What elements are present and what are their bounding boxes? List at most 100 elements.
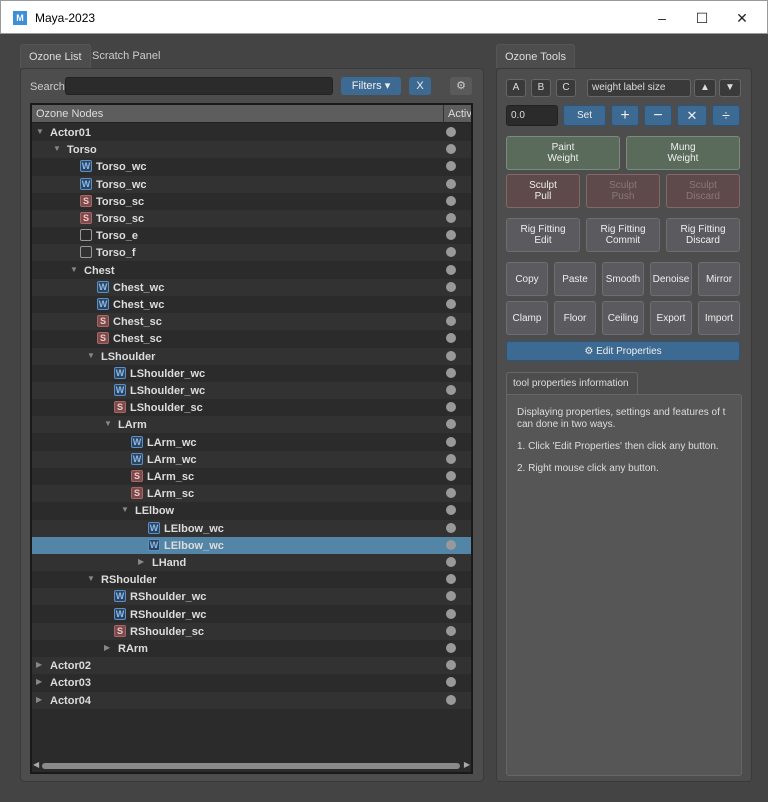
tree-row[interactable]: W Chest_wc	[32, 296, 471, 313]
ozone-node-tree[interactable]: Ozone Nodes Active ▼ Actor01 ▼ Torso W Torso_…	[30, 103, 473, 774]
tree-row[interactable]: S LArm_sc	[32, 468, 471, 485]
tree-row[interactable]: ▶ Actor02	[32, 657, 471, 675]
rig-fitting-edit-button[interactable]: Rig Fitting Edit	[506, 218, 580, 252]
clamp-button[interactable]: Clamp	[506, 301, 548, 335]
active-toggle[interactable]	[446, 660, 456, 671]
active-toggle[interactable]	[446, 453, 456, 464]
filters-dropdown[interactable]: Filters ▾	[341, 77, 401, 95]
sculpt-push-button[interactable]: Sculpt Push	[586, 174, 660, 208]
horizontal-scrollbar[interactable]: ◀ ▶	[32, 760, 471, 772]
active-toggle[interactable]	[446, 385, 456, 395]
tree-row[interactable]: ▶ Actor03	[32, 674, 471, 691]
active-toggle[interactable]	[446, 316, 456, 327]
active-toggle[interactable]	[446, 539, 456, 550]
tree-row[interactable]: W LElbow_wc	[32, 519, 471, 537]
tree-row[interactable]: ▼ Chest	[32, 262, 471, 279]
active-toggle[interactable]	[446, 367, 456, 378]
tree-row[interactable]: W Torso_wc	[32, 175, 471, 193]
active-toggle[interactable]	[446, 299, 456, 309]
copy-button[interactable]: Copy	[506, 262, 548, 296]
active-toggle[interactable]	[446, 264, 456, 275]
tree-row[interactable]: ▼ LElbow	[32, 502, 471, 519]
export-button[interactable]: Export	[650, 301, 692, 335]
collapse-arrow-icon[interactable]: ▶	[104, 643, 110, 652]
mirror-button[interactable]: Mirror	[698, 262, 740, 296]
active-toggle[interactable]	[446, 574, 456, 585]
add-icon[interactable]: +	[611, 105, 639, 126]
edit-properties-button[interactable]: ⚙ Edit Properties	[506, 341, 740, 361]
tree-row[interactable]: W LShoulder_wc	[32, 382, 471, 399]
active-toggle[interactable]	[446, 281, 456, 292]
tree-row[interactable]: W Torso_wc	[32, 158, 471, 175]
expand-arrow-icon[interactable]: ▼	[121, 505, 129, 514]
tree-row[interactable]: S LShoulder_sc	[32, 399, 471, 416]
active-toggle[interactable]	[446, 643, 456, 653]
active-toggle[interactable]	[446, 505, 456, 516]
tab-scratch-panel[interactable]: Scratch Panel	[84, 44, 168, 68]
active-toggle[interactable]	[446, 522, 456, 533]
tree-row[interactable]: ▶ RArm	[32, 640, 471, 657]
tree-row[interactable]: W LArm_wc	[32, 434, 471, 451]
tree-row[interactable]: S Chest_sc	[32, 330, 471, 347]
tree-row[interactable]: W RShoulder_wc	[32, 588, 471, 606]
active-toggle[interactable]	[446, 195, 456, 206]
active-toggle[interactable]	[446, 608, 456, 619]
active-toggle[interactable]	[446, 333, 456, 344]
tree-row[interactable]: S Torso_sc	[32, 193, 471, 210]
rig-fitting-discard-button[interactable]: Rig Fitting Discard	[666, 218, 740, 252]
expand-arrow-icon[interactable]: ▼	[36, 127, 44, 136]
expand-arrow-icon[interactable]: ▼	[104, 419, 112, 428]
active-toggle[interactable]	[446, 436, 456, 447]
arrow-down-icon[interactable]: ▼	[719, 79, 741, 97]
mung-weight-button[interactable]: Mung Weight	[626, 136, 740, 170]
tree-row[interactable]: Torso_f	[32, 244, 471, 262]
active-toggle[interactable]	[446, 144, 456, 155]
smooth-button[interactable]: Smooth	[602, 262, 644, 296]
active-toggle[interactable]	[446, 488, 456, 499]
tab-tool-properties-information[interactable]: tool properties information	[506, 372, 638, 394]
header-ozone-nodes[interactable]: Ozone Nodes	[36, 108, 103, 120]
scroll-right-icon[interactable]: ▶	[464, 760, 470, 769]
sculpt-pull-button[interactable]: Sculpt Pull	[506, 174, 580, 208]
tree-row[interactable]: ▼ LShoulder	[32, 347, 471, 365]
collapse-arrow-icon[interactable]: ▶	[36, 695, 42, 704]
active-toggle[interactable]	[446, 161, 456, 172]
expand-arrow-icon[interactable]: ▼	[70, 265, 78, 274]
weight-label-size-field[interactable]: weight label size	[587, 79, 691, 97]
tree-row[interactable]: S Torso_sc	[32, 210, 471, 227]
search-input[interactable]	[65, 77, 333, 95]
subtract-icon[interactable]: −	[644, 105, 672, 126]
tree-row[interactable]: ▼ RShoulder	[32, 571, 471, 588]
tree-row[interactable]: W RShoulder_wc	[32, 606, 471, 623]
active-toggle[interactable]	[446, 694, 456, 705]
paste-button[interactable]: Paste	[554, 262, 596, 296]
scroll-left-icon[interactable]: ◀	[33, 760, 39, 769]
collapse-arrow-icon[interactable]: ▶	[138, 557, 144, 566]
tree-row[interactable]: W LArm_wc	[32, 450, 471, 468]
active-toggle[interactable]	[446, 591, 456, 602]
value-field[interactable]: 0.0	[506, 105, 558, 126]
active-toggle[interactable]	[446, 350, 456, 361]
active-toggle[interactable]	[446, 402, 456, 413]
floor-button[interactable]: Floor	[554, 301, 596, 335]
maximize-button[interactable]: ☐	[687, 7, 717, 29]
minimize-button[interactable]: –	[647, 7, 677, 29]
tree-row[interactable]: W LShoulder_wc	[32, 365, 471, 382]
tab-ozone-tools[interactable]: Ozone Tools	[496, 44, 575, 68]
paint-weight-button[interactable]: Paint Weight	[506, 136, 620, 170]
tree-row[interactable]: W LElbow_wc	[32, 536, 471, 554]
active-toggle[interactable]	[446, 677, 456, 688]
c-button[interactable]: C	[556, 79, 576, 97]
import-button[interactable]: Import	[698, 301, 740, 335]
tree-row[interactable]: ▶ Actor04	[32, 691, 471, 709]
arrow-up-icon[interactable]: ▲	[694, 79, 716, 97]
active-toggle[interactable]	[446, 419, 456, 430]
multiply-icon[interactable]: ✕	[677, 105, 707, 126]
active-toggle[interactable]	[446, 127, 456, 137]
active-toggle[interactable]	[446, 247, 456, 258]
active-toggle[interactable]	[446, 178, 456, 189]
tree-row[interactable]: W Chest_wc	[32, 278, 471, 296]
rig-fitting-commit-button[interactable]: Rig Fitting Commit	[586, 218, 660, 252]
active-toggle[interactable]	[446, 557, 456, 567]
active-toggle[interactable]	[446, 625, 456, 636]
